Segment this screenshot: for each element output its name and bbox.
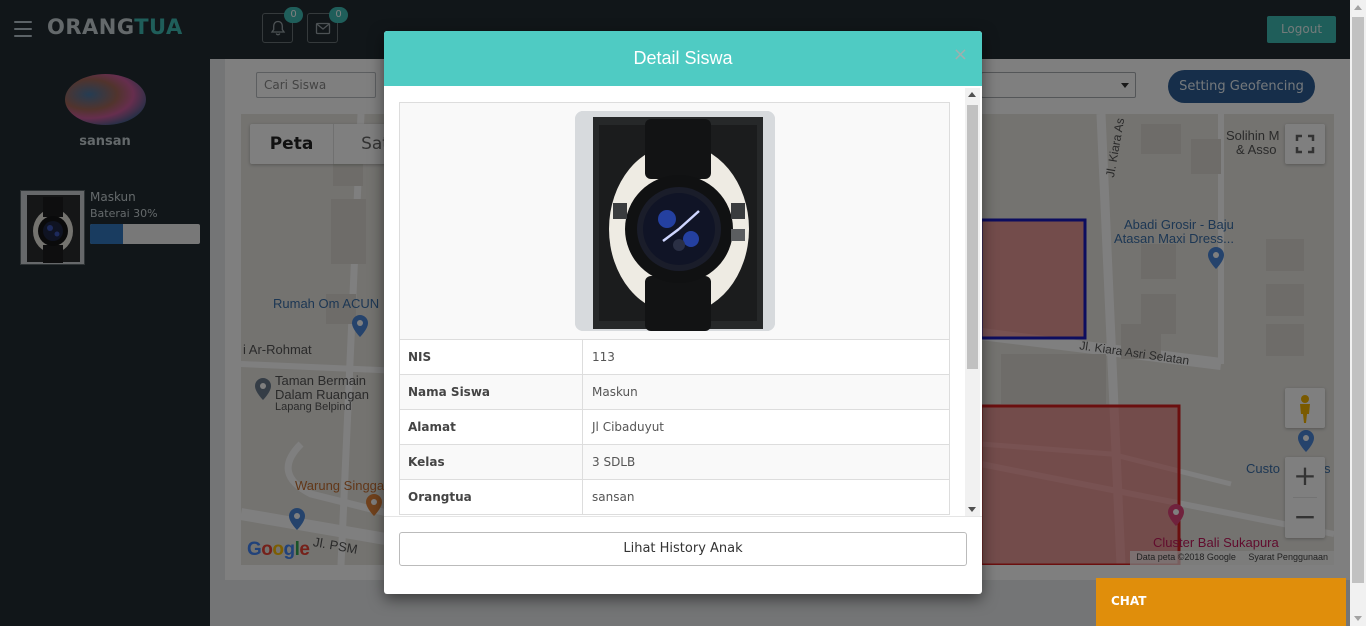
detail-value: 113 — [592, 350, 615, 364]
detail-value: sansan — [592, 490, 635, 504]
student-detail-table: NIS 113 Nama Siswa Maskun Alamat Jl Ciba… — [399, 102, 950, 515]
detail-value: Jl Cibaduyut — [592, 420, 665, 434]
modal-header: Detail Siswa × — [384, 31, 982, 86]
detail-label: Nama Siswa — [400, 375, 583, 410]
modal-scrollbar-thumb[interactable] — [967, 105, 978, 369]
detail-row-orangtua: Orangtua sansan — [400, 480, 949, 514]
close-icon[interactable]: × — [953, 44, 968, 65]
scroll-down-arrow-icon[interactable] — [968, 507, 976, 512]
detail-row-kelas: Kelas 3 SDLB — [400, 445, 949, 480]
modal-title: Detail Siswa — [633, 48, 733, 68]
detail-label: Kelas — [400, 445, 583, 480]
detail-label: NIS — [400, 340, 583, 375]
page-scrollbar[interactable] — [1350, 0, 1366, 626]
modal-footer: Lihat History Anak — [384, 516, 982, 594]
detail-value: 3 SDLB — [592, 455, 636, 469]
scroll-up-arrow-icon[interactable] — [1354, 5, 1362, 10]
student-photo — [575, 111, 775, 331]
scroll-down-arrow-icon[interactable] — [1354, 616, 1362, 621]
detail-row-alamat: Alamat Jl Cibaduyut — [400, 410, 949, 445]
detail-row-nama-siswa: Nama Siswa Maskun — [400, 375, 949, 410]
detail-label: Alamat — [400, 410, 583, 445]
chat-tab[interactable]: CHAT — [1096, 578, 1346, 626]
modal-body: NIS 113 Nama Siswa Maskun Alamat Jl Ciba… — [384, 86, 982, 516]
watch-photo — [575, 111, 775, 331]
detail-siswa-modal: Detail Siswa × NIS 113 Nama Siswa Maskun… — [384, 31, 982, 594]
detail-value: Maskun — [592, 385, 638, 399]
modal-scrollbar[interactable] — [965, 88, 980, 516]
scroll-up-arrow-icon[interactable] — [968, 92, 976, 97]
student-photo-cell — [400, 103, 949, 340]
lihat-history-anak-button[interactable]: Lihat History Anak — [399, 532, 967, 566]
detail-row-nis: NIS 113 — [400, 340, 949, 375]
scrollbar-thumb[interactable] — [1352, 17, 1364, 583]
detail-label: Orangtua — [400, 480, 583, 514]
